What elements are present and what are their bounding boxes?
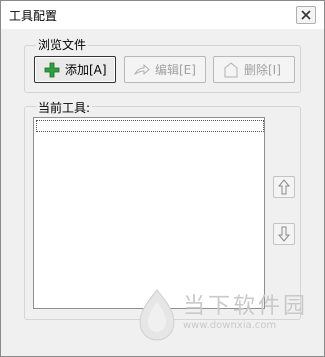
site-watermark: 当下软件园 www.downxia.com (131, 284, 311, 348)
watermark-text: 当下软件园 (183, 294, 309, 319)
close-icon (301, 10, 311, 20)
tools-listbox[interactable] (33, 117, 265, 309)
add-button-label: 添加[A] (65, 63, 107, 77)
edit-arrow-icon (133, 61, 151, 79)
plus-icon (43, 61, 61, 79)
watermark-logo-icon (139, 289, 175, 341)
move-down-button[interactable] (273, 223, 295, 245)
current-tools-label: 当前工具: (36, 99, 93, 116)
delete-icon (222, 61, 240, 79)
arrow-up-icon (278, 179, 290, 195)
tool-config-dialog: 工具配置 浏览文件 添加[A] 编辑[E] 删除[I] 当前工具: 当下软件园 … (0, 0, 325, 357)
browse-files-label: 浏览文件 (36, 36, 89, 53)
add-button[interactable]: 添加[A] (34, 56, 116, 83)
edit-button[interactable]: 编辑[E] (124, 56, 206, 83)
edit-button-label: 编辑[E] (155, 63, 196, 77)
window-title: 工具配置 (9, 9, 58, 23)
arrow-down-icon (278, 226, 290, 242)
move-up-button[interactable] (273, 176, 295, 198)
title-bar: 工具配置 (1, 1, 324, 29)
close-button[interactable] (296, 6, 316, 24)
list-focus-row[interactable] (36, 120, 264, 132)
watermark-url: www.downxia.com (183, 320, 277, 331)
delete-button[interactable]: 删除[I] (213, 56, 295, 83)
delete-button-label: 删除[I] (244, 63, 281, 77)
